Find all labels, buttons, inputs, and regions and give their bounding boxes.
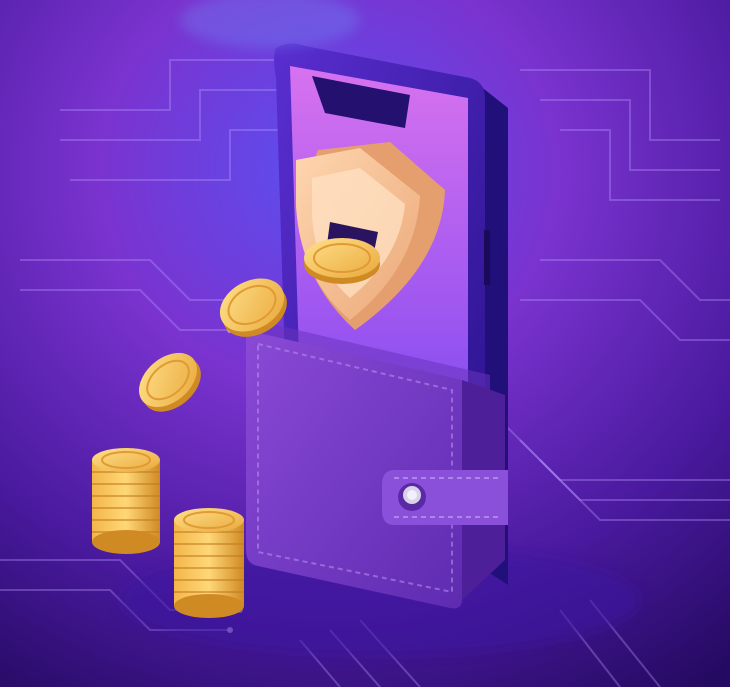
secure-wallet-illustration [0, 0, 730, 687]
illustration-scene [0, 0, 730, 687]
coin-stack-icon [174, 508, 244, 618]
coin-stack-icon [92, 448, 160, 554]
coin-icon [304, 238, 380, 284]
